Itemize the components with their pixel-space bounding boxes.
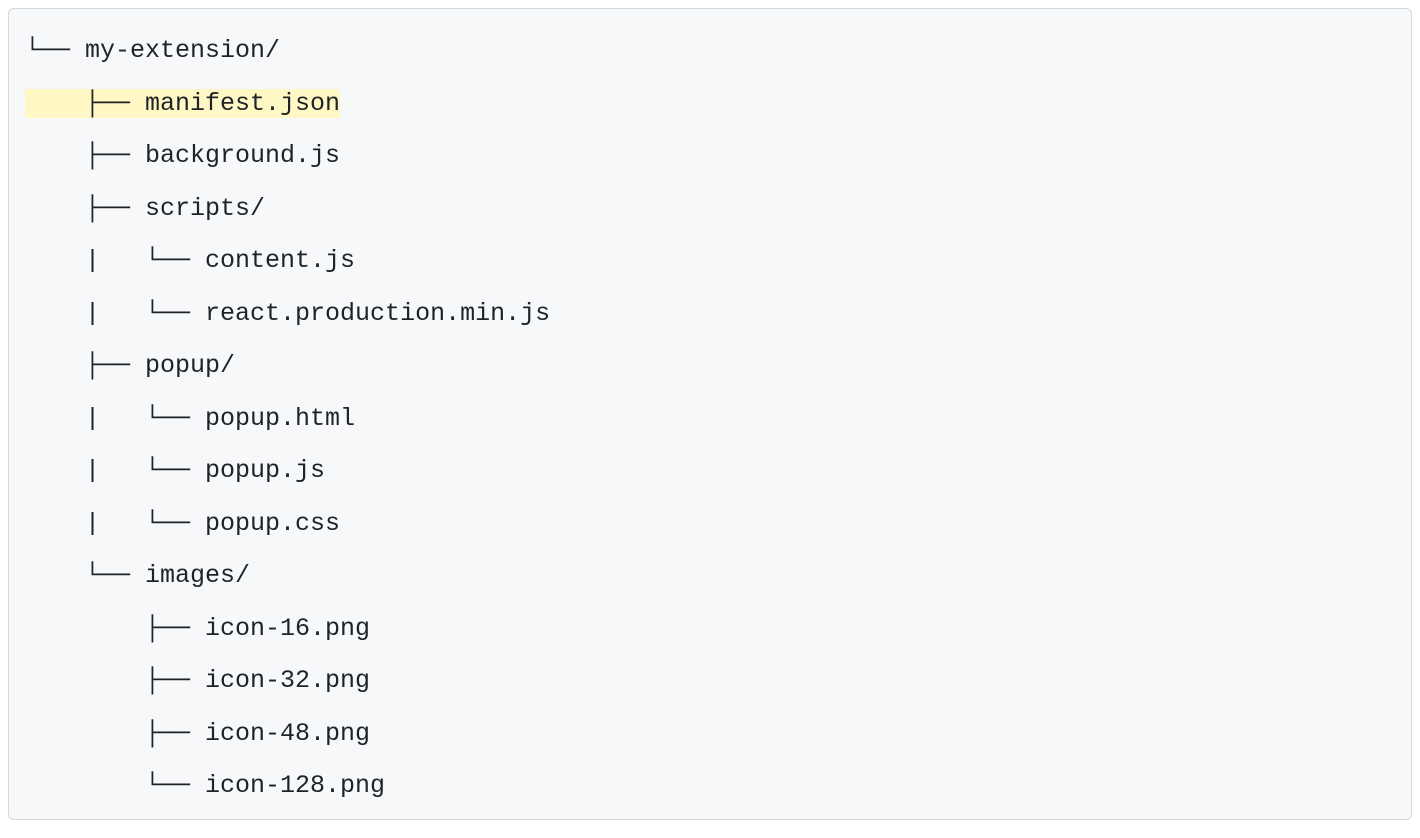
tree-branch-glyph: ├── — [25, 719, 205, 748]
tree-entry-name: popup.css — [205, 509, 340, 538]
tree-entry-name: icon-48.png — [205, 719, 370, 748]
tree-entry-name: manifest.json — [145, 89, 340, 118]
tree-entry-name: scripts/ — [145, 194, 265, 223]
tree-branch-glyph: | └── — [25, 404, 205, 433]
tree-branch-glyph: └── — [25, 36, 85, 65]
tree-branch-glyph: | └── — [25, 509, 205, 538]
tree-line: ├── icon-48.png — [25, 708, 1395, 761]
directory-tree-block: └── my-extension/ ├── manifest.json ├── … — [8, 8, 1412, 820]
tree-line: └── icon-128.png — [25, 760, 1395, 813]
tree-branch-glyph: ├── — [25, 614, 205, 643]
tree-highlight: ├── manifest.json — [25, 89, 340, 118]
tree-entry-name: react.production.min.js — [205, 299, 550, 328]
tree-line: | └── popup.css — [25, 498, 1395, 551]
tree-line: ├── icon-32.png — [25, 655, 1395, 708]
tree-branch-glyph: ├── — [25, 666, 205, 695]
tree-line: ├── manifest.json — [25, 78, 1395, 131]
tree-line: | └── popup.html — [25, 393, 1395, 446]
tree-entry-name: icon-16.png — [205, 614, 370, 643]
tree-branch-glyph: ├── — [25, 141, 145, 170]
tree-entry-name: icon-128.png — [205, 771, 385, 800]
tree-line: └── images/ — [25, 550, 1395, 603]
tree-entry-name: images/ — [145, 561, 250, 590]
tree-line: ├── background.js — [25, 130, 1395, 183]
tree-branch-glyph: ├── — [25, 351, 145, 380]
tree-line: | └── react.production.min.js — [25, 288, 1395, 341]
tree-branch-glyph: | └── — [25, 246, 205, 275]
tree-line: ├── icon-16.png — [25, 603, 1395, 656]
tree-line: └── my-extension/ — [25, 25, 1395, 78]
tree-branch-glyph: ├── — [25, 89, 145, 118]
tree-branch-glyph: └── — [25, 561, 145, 590]
tree-entry-name: popup.js — [205, 456, 325, 485]
tree-line: ├── popup/ — [25, 340, 1395, 393]
tree-branch-glyph: └── — [25, 771, 205, 800]
tree-branch-glyph: | └── — [25, 299, 205, 328]
tree-entry-name: popup/ — [145, 351, 235, 380]
tree-line: ├── scripts/ — [25, 183, 1395, 236]
tree-branch-glyph: | └── — [25, 456, 205, 485]
tree-branch-glyph: ├── — [25, 194, 145, 223]
tree-line: | └── popup.js — [25, 445, 1395, 498]
directory-tree: └── my-extension/ ├── manifest.json ├── … — [25, 25, 1395, 813]
tree-entry-name: background.js — [145, 141, 340, 170]
tree-entry-name: popup.html — [205, 404, 355, 433]
tree-entry-name: content.js — [205, 246, 355, 275]
tree-entry-name: icon-32.png — [205, 666, 370, 695]
tree-line: | └── content.js — [25, 235, 1395, 288]
tree-entry-name: my-extension/ — [85, 36, 280, 65]
